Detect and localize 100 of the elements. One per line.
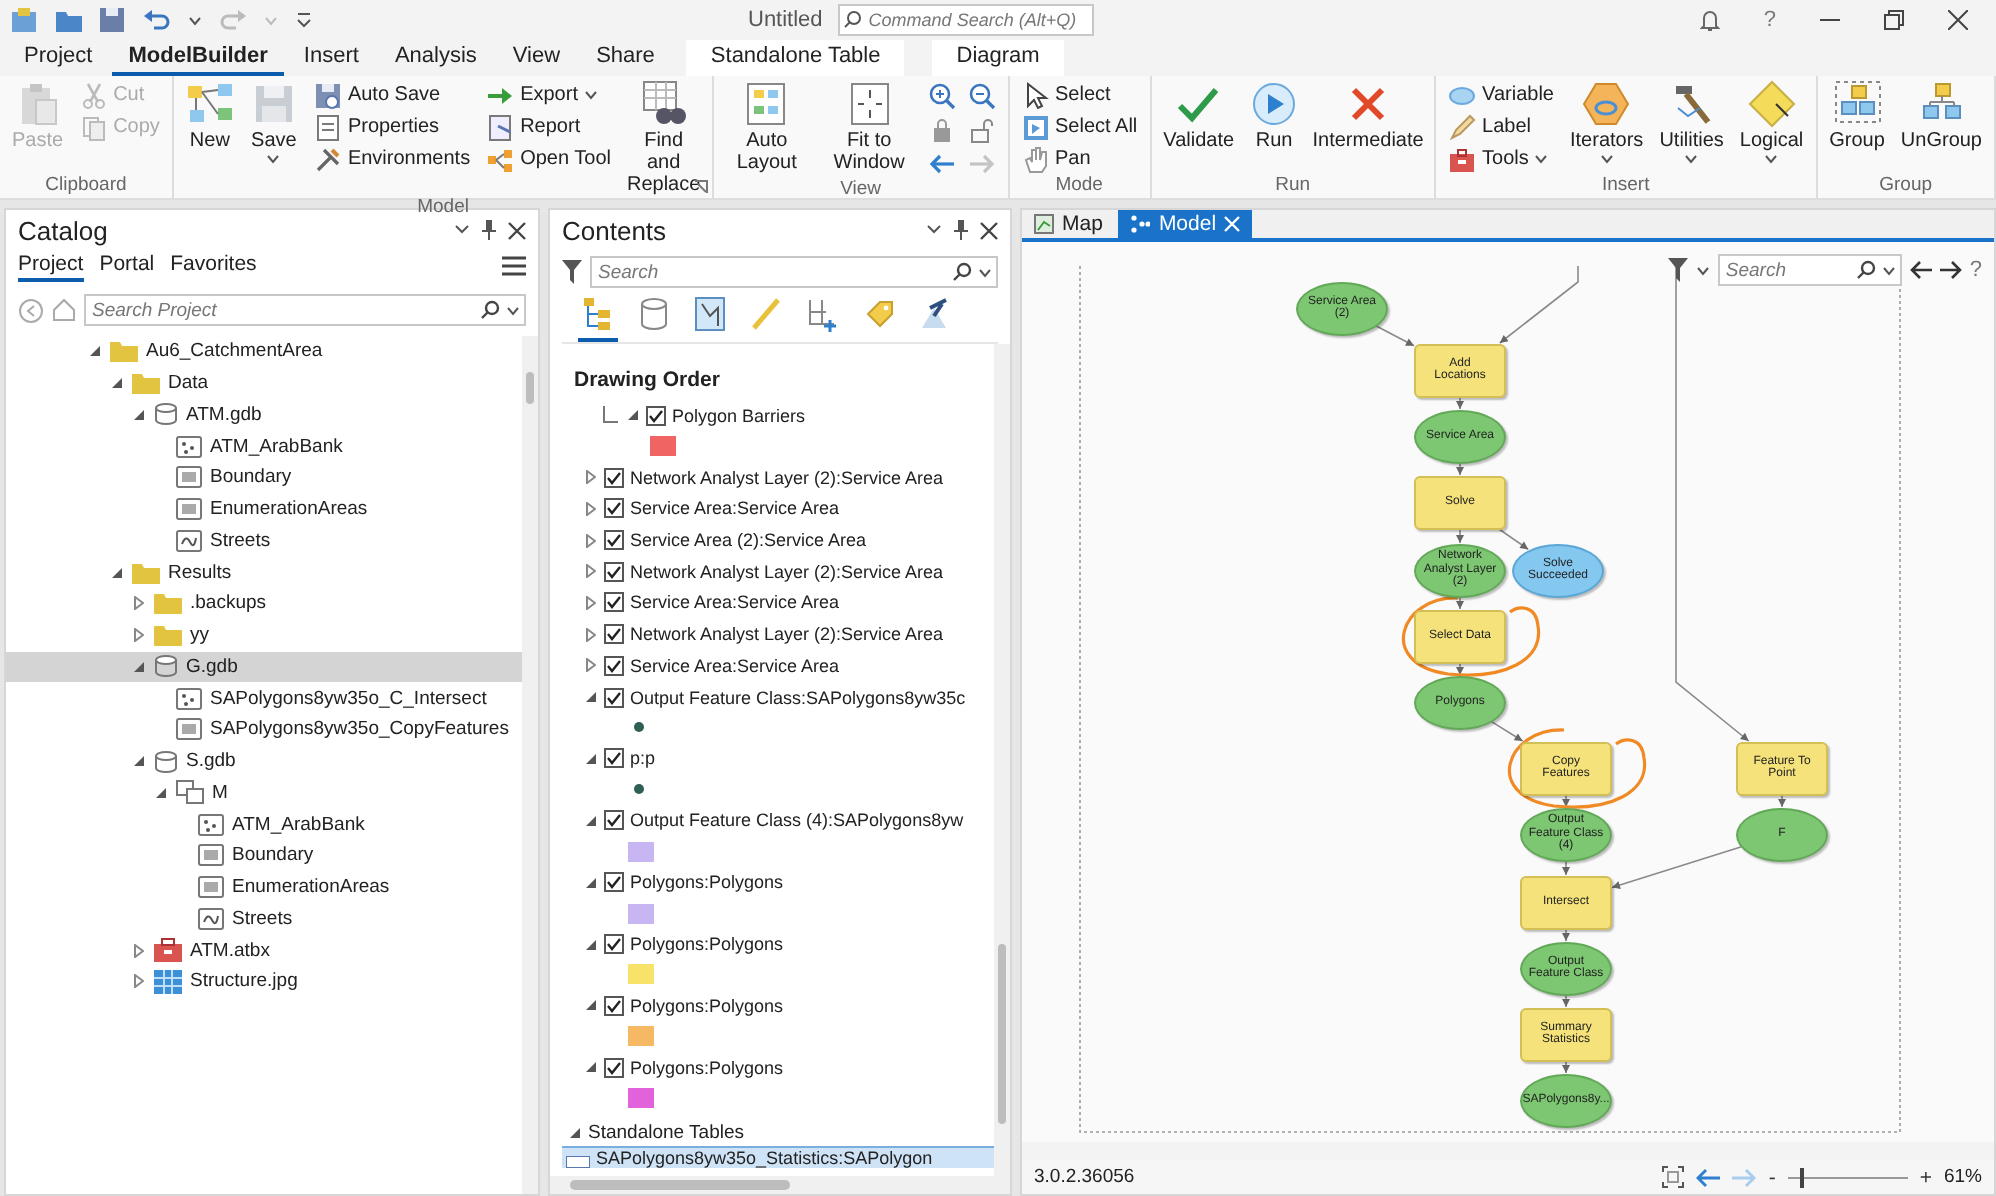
zoom-in-icon[interactable] — [927, 82, 955, 110]
collapsed-arrow-icon[interactable] — [585, 595, 595, 610]
ribbon-tab[interactable]: Analysis — [378, 40, 493, 76]
expanded-arrow-icon[interactable] — [133, 756, 143, 767]
help-button[interactable]: ? — [1763, 8, 1776, 32]
collapsed-arrow-icon[interactable] — [585, 658, 595, 673]
ribbon-button[interactable]: Tools — [1444, 144, 1558, 174]
customize-icon[interactable] — [296, 12, 312, 28]
point-symbol[interactable] — [634, 784, 644, 795]
ribbon-button[interactable]: UnGroup — [1896, 80, 1986, 152]
chevron-down-icon[interactable] — [454, 224, 470, 236]
expanded-arrow-icon[interactable] — [585, 692, 595, 703]
ribbon-button[interactable]: Save — [245, 80, 302, 164]
tree-item[interactable]: EnumerationAreas — [6, 871, 522, 903]
tree-item[interactable]: ATM.gdb — [6, 399, 522, 431]
ribbon-button[interactable]: Select — [1017, 80, 1142, 110]
checkbox[interactable] — [604, 872, 624, 893]
tree-item[interactable]: Structure.jpg — [6, 966, 522, 998]
close-icon[interactable] — [1948, 10, 1968, 30]
expanded-arrow-icon[interactable] — [585, 877, 595, 888]
tree-item[interactable]: ATM_ArabBank — [6, 430, 522, 462]
view-tab[interactable] — [578, 296, 618, 342]
search-field[interactable]: Search — [590, 256, 998, 288]
table-item[interactable]: SAPolygons8yw35o_Statistics:SAPolygon — [562, 1145, 994, 1168]
ribbon-button[interactable]: Variable — [1444, 80, 1558, 110]
checkbox[interactable] — [646, 405, 666, 426]
collapsed-arrow-icon[interactable] — [133, 943, 143, 958]
back-arrow-icon[interactable] — [1909, 260, 1932, 280]
search-field[interactable]: Search Project — [84, 294, 526, 326]
document-tab[interactable]: Map — [1022, 210, 1115, 238]
ribbon-tab[interactable]: Standalone Table — [686, 40, 905, 76]
expanded-arrow-icon[interactable] — [133, 661, 143, 672]
filter-icon[interactable] — [1667, 258, 1688, 282]
ribbon-button[interactable]: Validate — [1159, 80, 1239, 152]
layer-name[interactable]: Output Feature Class:SAPolygons8yw35c — [630, 687, 966, 708]
restore-icon[interactable] — [1884, 10, 1904, 30]
tree-item[interactable]: .backups — [6, 588, 522, 620]
checkbox[interactable] — [604, 687, 624, 708]
tree-item[interactable]: ATM_ArabBank — [6, 808, 522, 840]
layer-name[interactable]: Network Analyst Layer (2):Service Area — [630, 467, 944, 488]
ribbon-button[interactable]: Iterators — [1566, 80, 1648, 164]
expanded-arrow-icon[interactable] — [627, 410, 637, 421]
ribbon-button[interactable]: Run — [1246, 80, 1303, 152]
tree-item[interactable]: SAPolygons8yw35o_CopyFeatures — [6, 714, 522, 746]
ribbon-button[interactable]: Auto Layout — [722, 80, 812, 174]
ribbon-button[interactable]: New — [181, 80, 238, 152]
polygon-symbol[interactable] — [628, 1088, 654, 1109]
checkbox[interactable] — [604, 934, 624, 955]
close-icon[interactable] — [508, 221, 526, 239]
expanded-arrow-icon[interactable] — [111, 567, 121, 578]
expanded-arrow-icon[interactable] — [570, 1127, 580, 1138]
checkbox[interactable] — [604, 655, 624, 676]
scrollbar[interactable] — [994, 344, 1010, 1176]
close-icon[interactable] — [980, 221, 998, 239]
collapsed-arrow-icon[interactable] — [585, 470, 595, 485]
bell-icon[interactable] — [1699, 8, 1720, 32]
collapsed-arrow-icon[interactable] — [585, 501, 595, 516]
collapsed-arrow-icon[interactable] — [133, 596, 143, 611]
layer-name[interactable]: p:p — [630, 748, 656, 769]
pane-tab[interactable]: Portal — [99, 251, 155, 281]
layer-name[interactable]: Network Analyst Layer (2):Service Area — [630, 624, 944, 645]
zoom-in-button[interactable]: + — [1919, 1165, 1932, 1189]
ribbon-button[interactable]: Fit to Window — [819, 80, 919, 174]
expanded-arrow-icon[interactable] — [585, 1000, 595, 1011]
tree-item[interactable]: Results — [6, 556, 522, 588]
layer-name[interactable]: Polygon Barriers — [672, 405, 806, 426]
zoom-out-icon[interactable] — [967, 82, 995, 110]
menu-icon[interactable] — [502, 256, 526, 276]
expanded-arrow-icon[interactable] — [585, 1062, 595, 1073]
ribbon-button[interactable]: Report — [482, 112, 615, 142]
tree-item[interactable]: Boundary — [6, 462, 522, 494]
ribbon-button[interactable]: Utilities — [1655, 80, 1728, 164]
ribbon-button[interactable]: Export — [482, 80, 615, 110]
scrollbar[interactable] — [522, 336, 538, 1194]
ribbon-button[interactable]: Group — [1825, 80, 1889, 152]
folder-icon[interactable] — [56, 8, 82, 32]
tree-item[interactable]: Streets — [6, 903, 522, 935]
layer-name[interactable]: Output Feature Class (4):SAPolygons8yw — [630, 810, 964, 831]
unlock-icon[interactable] — [967, 116, 995, 144]
expanded-arrow-icon[interactable] — [133, 409, 143, 420]
tree-item[interactable]: Au6_CatchmentArea — [6, 336, 522, 368]
ribbon-tab[interactable]: Diagram — [932, 40, 1064, 76]
layer-name[interactable]: Service Area:Service Area — [630, 498, 840, 519]
layer-name[interactable]: Polygons:Polygons — [630, 995, 784, 1016]
pane-tab[interactable]: Project — [18, 251, 84, 281]
ribbon-button[interactable]: Pan — [1017, 144, 1142, 174]
layer-name[interactable]: Network Analyst Layer (2):Service Area — [630, 561, 944, 582]
expanded-arrow-icon[interactable] — [585, 939, 595, 950]
forward-arrow-icon[interactable] — [1939, 260, 1962, 280]
collapsed-arrow-icon[interactable] — [585, 533, 595, 548]
collapsed-arrow-icon[interactable] — [133, 628, 143, 643]
tree-item[interactable]: G.gdb — [6, 651, 522, 683]
checkbox[interactable] — [604, 995, 624, 1016]
pin-icon[interactable] — [954, 220, 968, 240]
ribbon-tab[interactable]: Project — [8, 40, 109, 76]
checkbox[interactable] — [604, 561, 624, 582]
ribbon-button[interactable]: Label — [1444, 112, 1558, 142]
checkbox[interactable] — [604, 592, 624, 613]
tree-item[interactable]: Streets — [6, 525, 522, 557]
tree-item[interactable]: Boundary — [6, 840, 522, 872]
